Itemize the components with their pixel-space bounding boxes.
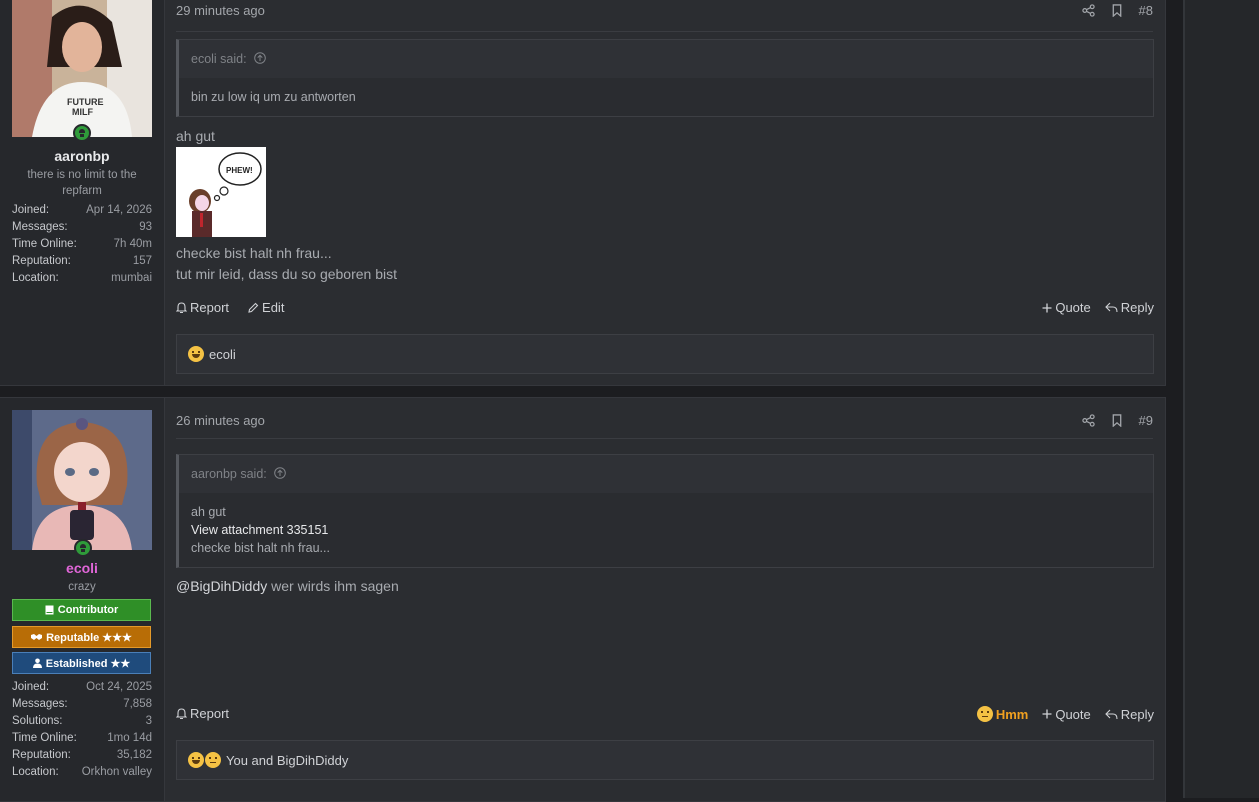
post-meta: 29 minutes ago #8 xyxy=(176,0,1153,32)
message-body: @BigDihDiddy wer wirds ihm sagen xyxy=(176,576,399,597)
quote-line: checke bist halt nh frau... xyxy=(191,541,330,555)
bookmark-icon[interactable] xyxy=(1111,414,1123,427)
stat-row: Messages: 93 xyxy=(12,221,152,233)
laughing-emoji-icon xyxy=(188,752,204,768)
react-hmm-button[interactable]: Hmm xyxy=(976,706,1028,722)
stat-row: Reputation: 157 xyxy=(12,255,152,267)
reactions-bar[interactable]: You and BigDihDiddy xyxy=(176,740,1154,780)
attachment-link[interactable]: View attachment 335151 xyxy=(191,521,1141,539)
message-line: tut mir leid, dass du so geboren bist xyxy=(176,266,398,282)
bell-icon xyxy=(176,301,187,313)
post-9: ecoli crazy Contributor Reputable ★★★ Es… xyxy=(0,397,1166,802)
edit-button[interactable]: Edit xyxy=(247,300,284,315)
stat-row: Reputation: 35,182 xyxy=(12,749,152,761)
bookmark-icon[interactable] xyxy=(1111,4,1123,17)
user-column: FUTURE MILF aaronbp there is no limit to… xyxy=(0,0,165,385)
quote-line: ah gut xyxy=(191,505,226,519)
right-gutter xyxy=(1183,0,1259,798)
handshake-icon xyxy=(31,634,43,640)
post-actions: Report Hmm Quote Reply xyxy=(176,706,1154,726)
thinking-emoji-icon xyxy=(976,706,993,722)
share-icon[interactable] xyxy=(1081,414,1095,427)
message-line: ah gut xyxy=(176,128,215,144)
username[interactable]: aaronbp xyxy=(0,148,164,164)
badge-established: Established ★★ xyxy=(12,652,151,674)
post-tools: #8 xyxy=(1081,3,1153,18)
username[interactable]: ecoli xyxy=(0,560,164,576)
svg-text:PHEW!: PHEW! xyxy=(226,166,253,175)
stat-row: Joined: Apr 14, 2026 xyxy=(12,204,152,216)
online-status-icon xyxy=(74,539,92,557)
badge-reputable: Reputable ★★★ xyxy=(12,626,151,648)
post-time[interactable]: 26 minutes ago xyxy=(176,413,265,428)
share-icon[interactable] xyxy=(1081,4,1095,17)
reply-icon xyxy=(1104,709,1118,719)
reactions-bar[interactable]: ecoli xyxy=(176,334,1154,374)
book-icon xyxy=(45,605,54,615)
quote-body: ah gut View attachment 335151 checke bis… xyxy=(179,493,1153,567)
user-column: ecoli crazy Contributor Reputable ★★★ Es… xyxy=(0,398,165,801)
stat-row: Location: mumbai xyxy=(12,272,152,284)
quote-header[interactable]: ecoli said: xyxy=(179,40,1153,78)
reactions-list[interactable]: You and BigDihDiddy xyxy=(226,753,348,768)
post-time[interactable]: 29 minutes ago xyxy=(176,3,265,18)
user-title: there is no limit to the repfarm xyxy=(27,169,137,197)
post-8: FUTURE MILF aaronbp there is no limit to… xyxy=(0,0,1166,386)
reply-icon xyxy=(1104,302,1118,313)
quote-text: bin zu low iq um zu antworten xyxy=(179,78,1153,116)
bell-icon xyxy=(176,707,187,719)
post-number[interactable]: #9 xyxy=(1139,413,1153,428)
user-title: crazy xyxy=(68,581,96,593)
user-mention[interactable]: @BigDihDiddy xyxy=(176,578,267,594)
report-button[interactable]: Report xyxy=(176,300,229,315)
user-stats: Joined: Oct 24, 2025 Messages: 7,858 Solut… xyxy=(12,679,152,781)
report-button[interactable]: Report xyxy=(176,706,229,721)
scrollbar[interactable] xyxy=(1183,0,1185,798)
user-stats: Joined: Apr 14, 2026 Messages: 93 Time Onl… xyxy=(12,202,152,287)
post-meta: 26 minutes ago #9 xyxy=(176,398,1153,439)
plus-icon xyxy=(1042,303,1052,312)
quote-block: ecoli said: bin zu low iq um zu antworte… xyxy=(176,39,1154,117)
reactions-list[interactable]: ecoli xyxy=(209,347,236,362)
plus-icon xyxy=(1042,709,1052,719)
online-status-icon xyxy=(73,124,91,142)
stat-row: Messages: 7,858 xyxy=(12,698,152,710)
quote-block: aaronbp said: ah gut View attachment 335… xyxy=(176,454,1154,568)
quote-header[interactable]: aaronbp said: xyxy=(179,455,1153,493)
arrow-up-circle-icon[interactable] xyxy=(274,467,287,479)
stat-row: Solutions: 3 xyxy=(12,715,152,727)
attachment-image[interactable]: PHEW! xyxy=(176,147,266,237)
laughing-emoji-icon xyxy=(188,346,204,362)
post-tools: #9 xyxy=(1081,413,1153,428)
message-text: wer wirds ihm sagen xyxy=(267,578,399,594)
svg-text:MILF: MILF xyxy=(72,107,93,117)
stat-row: Location: Orkhon valley xyxy=(12,766,152,778)
stat-row: Time Online: 7h 40m xyxy=(12,238,152,250)
message-line: checke bist halt nh frau... xyxy=(176,245,332,261)
quote-button[interactable]: Quote xyxy=(1042,300,1091,315)
badge-contributor: Contributor xyxy=(12,599,151,621)
reply-button[interactable]: Reply xyxy=(1104,300,1154,315)
avatar[interactable]: FUTURE MILF xyxy=(12,0,152,137)
user-icon xyxy=(32,658,42,668)
post-actions: Report Edit Quote Reply xyxy=(176,300,1154,320)
svg-text:FUTURE: FUTURE xyxy=(67,97,104,107)
arrow-up-circle-icon[interactable] xyxy=(254,52,266,64)
stat-row: Joined: Oct 24, 2025 xyxy=(12,681,152,693)
avatar[interactable] xyxy=(12,410,152,550)
reply-button[interactable]: Reply xyxy=(1104,706,1154,722)
thinking-emoji-icon xyxy=(205,752,221,768)
post-number[interactable]: #8 xyxy=(1139,3,1153,18)
pencil-icon xyxy=(248,302,259,313)
quote-button[interactable]: Quote xyxy=(1042,706,1091,722)
stat-row: Time Online: 1mo 14d xyxy=(12,732,152,744)
